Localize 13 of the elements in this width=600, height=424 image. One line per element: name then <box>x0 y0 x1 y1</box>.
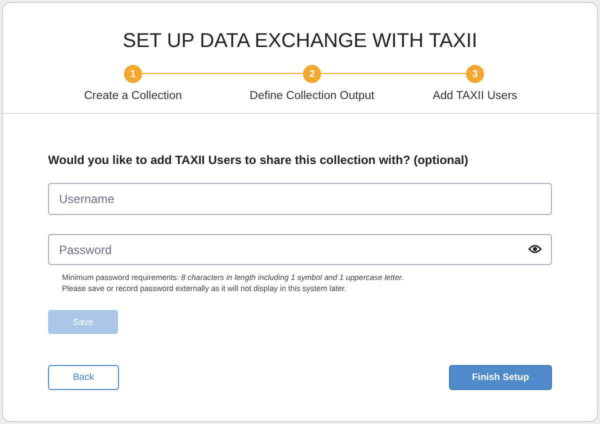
back-button[interactable]: Back <box>48 365 119 390</box>
question-text: Would you like to add TAXII Users to share this collection with? (optional) <box>48 153 470 167</box>
username-field[interactable]: Username <box>48 183 552 215</box>
eye-icon[interactable] <box>528 244 542 254</box>
step-label: Add TAXII Users <box>432 90 518 102</box>
step-number: 2 <box>303 65 321 83</box>
finish-setup-button[interactable]: Finish Setup <box>449 365 552 390</box>
step-number: 3 <box>466 65 484 83</box>
password-field[interactable]: Password <box>48 234 552 265</box>
step-number: 1 <box>124 65 142 83</box>
step-label: Create a Collection <box>84 90 182 102</box>
page-title: SET UP DATA EXCHANGE WITH TAXII <box>122 29 478 53</box>
step-label: Define Collection Output <box>250 90 374 102</box>
